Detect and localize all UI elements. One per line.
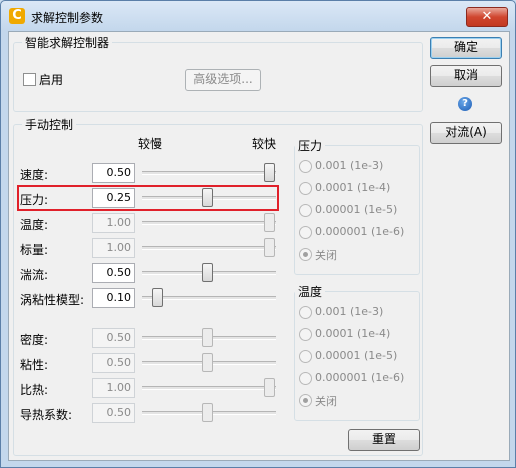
value-field[interactable]: 0.10 xyxy=(92,288,135,308)
dialog-window: C 求解控制参数 ✕ 智能求解控制器 启用 高级选项... 手动控制 较慢 较快… xyxy=(0,0,516,468)
slider-thumb xyxy=(202,353,213,372)
row-label: 涡粘性模型: xyxy=(20,293,85,307)
value-field: 1.00 xyxy=(92,238,135,258)
manual-control-group: 手动控制 较慢 较快 速度: 0.50 压力: 0.25 温度: 1.00 标量: 1.00 湍… xyxy=(13,116,423,456)
temperature-group: 温度 0.001 (1e-3) 0.0001 (1e-4) 0.00001 (1e-… xyxy=(294,283,420,421)
faster-label: 较快 xyxy=(252,137,277,151)
enable-label: 启用 xyxy=(39,73,64,87)
row-label: 比热: xyxy=(20,383,49,397)
pressure-row-highlight xyxy=(17,185,279,211)
slider-thumb xyxy=(264,238,275,257)
smart-solver-title: 智能求解控制器 xyxy=(22,34,113,51)
radio-button xyxy=(299,226,312,239)
close-button[interactable]: ✕ xyxy=(466,7,508,27)
row-label: 粘性: xyxy=(20,358,49,372)
radio-label: 0.0001 (1e-4) xyxy=(315,181,391,194)
slider-thumb xyxy=(264,213,275,232)
pressure-group: 压力 0.001 (1e-3) 0.0001 (1e-4) 0.00001 (1e-… xyxy=(294,137,420,275)
slider-thumb[interactable] xyxy=(264,163,275,182)
slider-thumb[interactable] xyxy=(202,263,213,282)
radio-button xyxy=(299,182,312,195)
slider-thumb xyxy=(264,378,275,397)
radio-label: 关闭 xyxy=(315,395,337,408)
dialog-client-area: 智能求解控制器 启用 高级选项... 手动控制 较慢 较快 速度: 0.50 压力:… xyxy=(8,31,510,461)
radio-label: 0.00001 (1e-5) xyxy=(315,203,398,216)
slider-thumb[interactable] xyxy=(152,288,163,307)
value-field: 0.50 xyxy=(92,353,135,373)
slider-track xyxy=(142,221,276,225)
radio-button xyxy=(299,248,312,261)
radio-button xyxy=(299,160,312,173)
row-label: 密度: xyxy=(20,333,49,347)
value-field: 0.50 xyxy=(92,403,135,423)
radio-button xyxy=(299,204,312,217)
slower-label: 较慢 xyxy=(138,137,163,151)
ok-button[interactable]: 确定 xyxy=(430,37,502,59)
value-field: 1.00 xyxy=(92,213,135,233)
enable-checkbox[interactable] xyxy=(23,73,36,86)
slider-track xyxy=(142,386,276,390)
window-title: 求解控制参数 xyxy=(31,11,104,25)
slider-thumb xyxy=(202,328,213,347)
radio-button xyxy=(299,372,312,385)
convection-button[interactable]: 对流(A) xyxy=(430,122,502,144)
row-label: 标量: xyxy=(20,243,49,257)
radio-button xyxy=(299,394,312,407)
row-label: 导热系数: xyxy=(20,408,73,422)
radio-label: 0.000001 (1e-6) xyxy=(315,225,405,238)
help-icon[interactable]: ? xyxy=(458,97,472,111)
row-label: 温度: xyxy=(20,218,49,232)
value-field: 1.00 xyxy=(92,378,135,398)
radio-label: 0.000001 (1e-6) xyxy=(315,371,405,384)
smart-solver-group: 智能求解控制器 启用 高级选项... xyxy=(13,34,423,112)
radio-button xyxy=(299,350,312,363)
manual-control-title: 手动控制 xyxy=(22,116,77,133)
temperature-group-title: 温度 xyxy=(295,283,326,300)
radio-label: 关闭 xyxy=(315,249,337,262)
advanced-options-button[interactable]: 高级选项... xyxy=(185,69,261,91)
title-bar[interactable]: C 求解控制参数 ✕ xyxy=(1,1,515,31)
reset-button[interactable]: 重置 xyxy=(348,429,420,451)
radio-label: 0.001 (1e-3) xyxy=(315,159,384,172)
value-field[interactable]: 0.50 xyxy=(92,263,135,283)
pressure-group-title: 压力 xyxy=(295,137,326,154)
radio-button xyxy=(299,306,312,319)
row-label: 湍流: xyxy=(20,268,49,282)
cancel-button[interactable]: 取消 xyxy=(430,65,502,87)
radio-label: 0.0001 (1e-4) xyxy=(315,327,391,340)
value-field: 0.50 xyxy=(92,328,135,348)
value-field[interactable]: 0.50 xyxy=(92,163,135,183)
app-logo-icon: C xyxy=(9,8,25,24)
slider-track xyxy=(142,246,276,250)
row-label: 速度: xyxy=(20,168,49,182)
slider-track[interactable] xyxy=(142,171,276,175)
radio-button xyxy=(299,328,312,341)
slider-thumb xyxy=(202,403,213,422)
radio-label: 0.00001 (1e-5) xyxy=(315,349,398,362)
radio-label: 0.001 (1e-3) xyxy=(315,305,384,318)
